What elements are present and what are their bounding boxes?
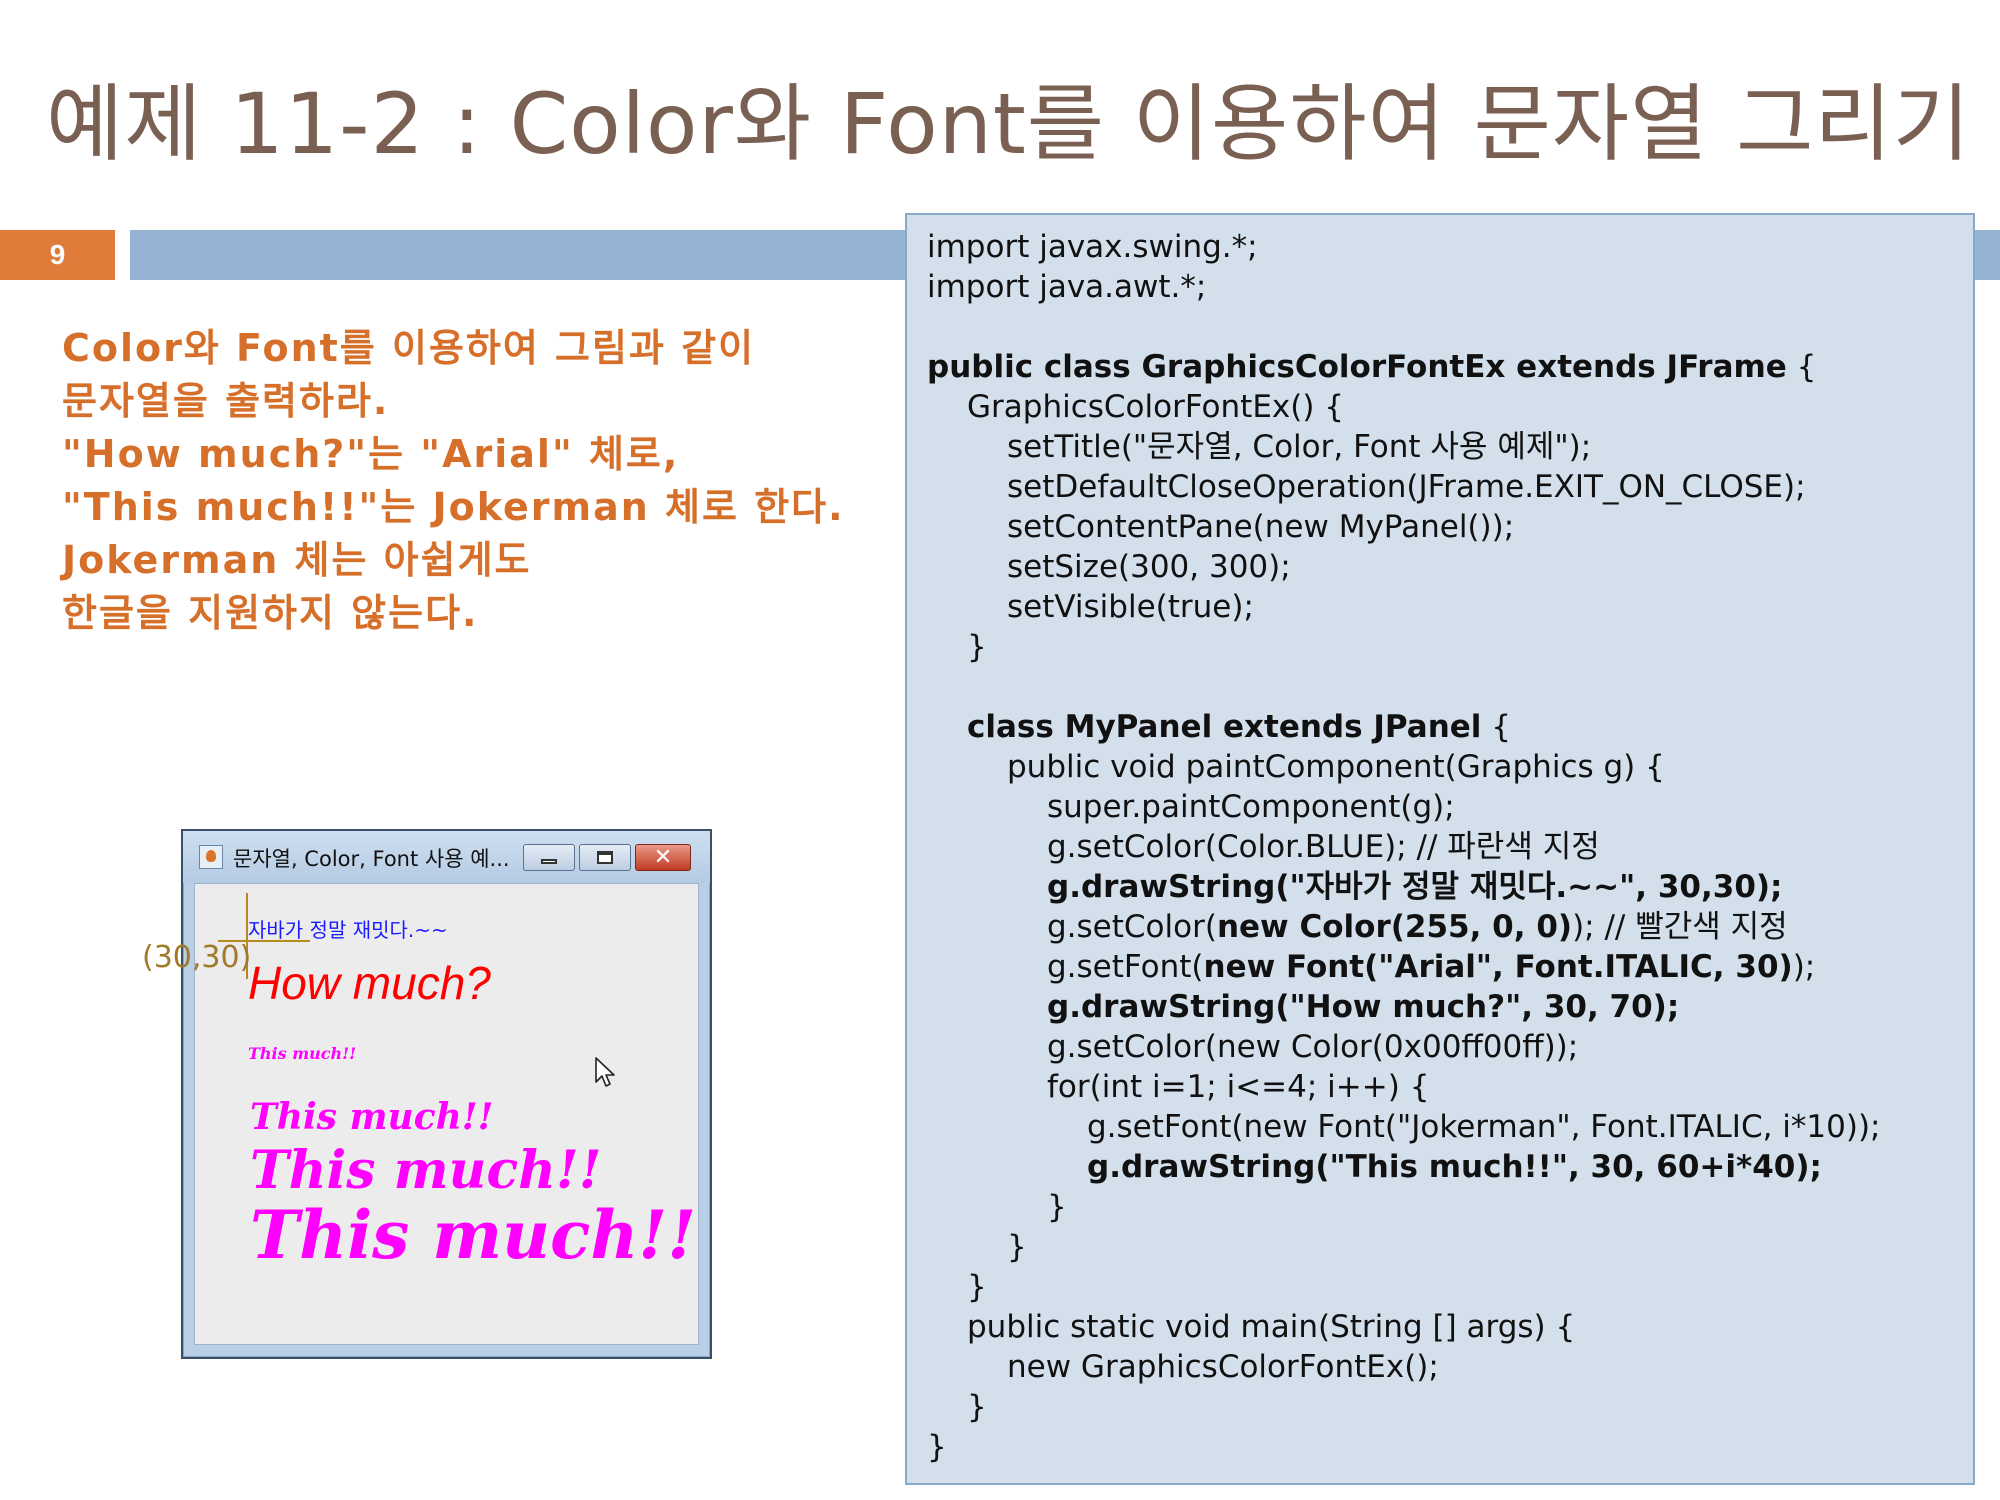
code-token: setSize(300, 300);	[1007, 549, 1291, 585]
code-line: g.setColor(new Color(0x00ff00ff));	[927, 1027, 1973, 1067]
code-token: import java.awt.*;	[927, 269, 1207, 305]
instruction-line: Jokerman 체는 아쉽게도	[62, 538, 532, 582]
code-line: import java.awt.*;	[927, 267, 1973, 307]
instruction-line: Color와 Font를 이용하여 그림과 같이	[62, 326, 756, 370]
code-token: g.setColor(Color.BLUE); // 파란색 지정	[1047, 829, 1600, 865]
code-line: g.setFont(new Font("Arial", Font.ITALIC,…	[927, 947, 1973, 987]
code-token: public static void main(String [] args) …	[967, 1309, 1576, 1345]
code-listing: import javax.swing.*; import java.awt.*; p…	[905, 213, 1975, 1485]
code-token: g.setColor(	[1047, 909, 1217, 945]
code-token: g.setFont(new Font("Jokerman", Font.ITAL…	[1087, 1109, 1881, 1145]
code-token: GraphicsColorFontEx() {	[967, 389, 1345, 425]
code-token: {	[1786, 349, 1817, 385]
code-token: {	[1481, 709, 1511, 745]
code-line: public static void main(String [] args) …	[927, 1307, 1973, 1347]
code-line: import javax.swing.*;	[927, 227, 1973, 267]
drawn-magenta-string: This much!!	[250, 1196, 697, 1274]
code-token: }	[967, 629, 987, 665]
code-token: g.drawString("This much!!", 30, 60+i*40)…	[1087, 1149, 1822, 1185]
origin-coordinate-label: (30,30)	[142, 940, 252, 975]
code-line: g.setColor(Color.BLUE); // 파란색 지정	[927, 827, 1973, 867]
code-token: new GraphicsColorFontEx();	[1007, 1349, 1439, 1385]
page-number-badge: 9	[0, 230, 115, 280]
minimize-button[interactable]	[523, 844, 575, 871]
mouse-cursor-icon	[595, 1057, 615, 1087]
instruction-line: "This much!!"는 Jokerman 체로 한다.	[62, 485, 845, 529]
drawn-magenta-string: This much!!	[250, 1140, 602, 1201]
instruction-line: 문자열을 출력하라.	[62, 379, 390, 423]
drawn-magenta-string: This much!!	[248, 1044, 357, 1063]
code-line: }	[927, 1427, 1973, 1467]
window-title: 문자열, Color, Font 사용 예...	[233, 847, 510, 871]
code-line: }	[927, 627, 1973, 667]
code-line: }	[927, 1227, 1973, 1267]
code-line: setVisible(true);	[927, 587, 1973, 627]
drawn-blue-string: 자바가 정말 재밋다.~~	[248, 918, 448, 942]
code-token: setContentPane(new MyPanel());	[1007, 509, 1515, 545]
close-button[interactable]: ✕	[635, 844, 691, 871]
code-token: }	[927, 1429, 947, 1465]
close-icon: ✕	[653, 844, 673, 870]
minimize-icon	[541, 859, 557, 864]
java-window-screenshot: 문자열, Color, Font 사용 예... ✕ 자바가 정말 재밋다.~~…	[181, 829, 712, 1359]
window-titlebar: 문자열, Color, Font 사용 예... ✕	[183, 831, 710, 883]
drawn-magenta-string: This much!!	[250, 1096, 494, 1138]
code-line: g.drawString("This much!!", 30, 60+i*40)…	[927, 1147, 1973, 1187]
slide-title: 예제 11-2 : Color와 Font를 이용하여 문자열 그리기	[46, 75, 1971, 173]
code-line: for(int i=1; i<=4; i++) {	[927, 1067, 1973, 1107]
code-token: setDefaultCloseOperation(JFrame.EXIT_ON_…	[1007, 469, 1806, 505]
code-token: class MyPanel extends JPanel	[967, 709, 1482, 745]
code-line: }	[927, 1187, 1973, 1227]
instructions-text: Color와 Font를 이용하여 그림과 같이 문자열을 출력하라. "How…	[62, 322, 882, 640]
code-line: class MyPanel extends JPanel {	[927, 707, 1973, 747]
code-token: public void paintComponent(Graphics g) {	[1007, 749, 1665, 785]
code-token: }	[967, 1269, 987, 1305]
code-line: super.paintComponent(g);	[927, 787, 1973, 827]
instruction-line: 한글을 지원하지 않는다.	[62, 591, 479, 635]
code-line: public class GraphicsColorFontEx extends…	[927, 347, 1973, 387]
code-token: ); // 빨간색 지정	[1572, 909, 1788, 945]
code-line: setTitle("문자열, Color, Font 사용 예제");	[927, 427, 1973, 467]
code-token: public class GraphicsColorFontEx extends…	[927, 349, 1787, 385]
code-token: g.setColor(new Color(0x00ff00ff));	[1047, 1029, 1579, 1065]
code-line: g.setFont(new Font("Jokerman", Font.ITAL…	[927, 1107, 1973, 1147]
code-token: for(int i=1; i<=4; i++) {	[1047, 1069, 1430, 1105]
code-token: new Font("Arial", Font.ITALIC, 30)	[1203, 949, 1793, 985]
code-token: super.paintComponent(g);	[1047, 789, 1455, 825]
code-token: import javax.swing.*;	[927, 229, 1258, 265]
instruction-line: "How much?"는 "Arial" 체로,	[62, 432, 680, 476]
java-app-icon	[199, 845, 223, 869]
maximize-button[interactable]	[579, 844, 631, 871]
code-line: }	[927, 1387, 1973, 1427]
code-token: g.drawString("How much?", 30, 70);	[1047, 989, 1680, 1025]
code-token: new Color(255, 0, 0)	[1216, 909, 1573, 945]
code-token: g.setFont(	[1047, 949, 1204, 985]
drawn-red-string: How much?	[248, 957, 491, 1009]
maximize-icon	[597, 851, 613, 864]
code-line: g.drawString("자바가 정말 재밋다.~~", 30,30);	[927, 867, 1973, 907]
code-line: public void paintComponent(Graphics g) {	[927, 747, 1973, 787]
code-line: GraphicsColorFontEx() {	[927, 387, 1973, 427]
code-token: }	[967, 1389, 987, 1425]
code-line: }	[927, 1267, 1973, 1307]
code-token: }	[1047, 1189, 1067, 1225]
code-line: setDefaultCloseOperation(JFrame.EXIT_ON_…	[927, 467, 1973, 507]
code-line: g.drawString("How much?", 30, 70);	[927, 987, 1973, 1027]
code-line: setContentPane(new MyPanel());	[927, 507, 1973, 547]
window-content-area: 자바가 정말 재밋다.~~ How much? This much!! This…	[194, 883, 699, 1345]
code-line: setSize(300, 300);	[927, 547, 1973, 587]
code-token: }	[1007, 1229, 1027, 1265]
code-token: g.drawString("자바가 정말 재밋다.~~", 30,30);	[1047, 869, 1783, 905]
code-token: setTitle("문자열, Color, Font 사용 예제");	[1007, 429, 1592, 465]
code-line: g.setColor(new Color(255, 0, 0)); // 빨간색…	[927, 907, 1973, 947]
code-token: setVisible(true);	[1007, 589, 1254, 625]
code-token: );	[1792, 949, 1816, 985]
code-line: new GraphicsColorFontEx();	[927, 1347, 1973, 1387]
